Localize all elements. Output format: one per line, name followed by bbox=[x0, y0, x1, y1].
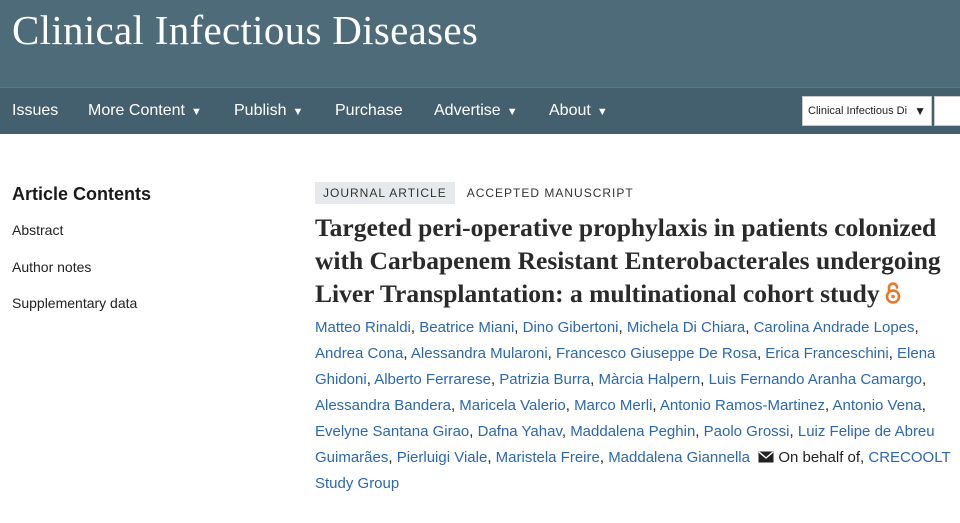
article-contents-sidebar: Article Contents Abstract Author notes S… bbox=[12, 184, 272, 327]
nav-label: More Content bbox=[88, 102, 185, 119]
author-link[interactable]: Luis Fernando Aranha Camargo bbox=[709, 371, 922, 388]
nav-item-purchase[interactable]: Purchase bbox=[335, 88, 403, 134]
journal-select[interactable]: Clinical Infectious Di ▼ bbox=[802, 96, 932, 126]
journal-select-value: Clinical Infectious Di bbox=[808, 105, 908, 117]
article-contents-heading: Article Contents bbox=[12, 184, 152, 204]
author-link[interactable]: Dafna Yahav bbox=[478, 423, 562, 440]
author-link[interactable]: Matteo Rinaldi bbox=[315, 319, 411, 336]
author-link[interactable]: Carolina Andrade Lopes bbox=[754, 319, 915, 336]
author-list: Matteo Rinaldi, Beatrice Miani, Dino Gib… bbox=[315, 319, 951, 492]
nav-item-more-content[interactable]: More Content ▼ bbox=[88, 88, 202, 134]
nav-label: Purchase bbox=[335, 102, 403, 119]
author-link[interactable]: Maricela Valerio bbox=[459, 397, 565, 414]
nav-item-publish[interactable]: Publish ▼ bbox=[234, 88, 303, 134]
author-link[interactable]: Pierluigi Viale bbox=[397, 449, 488, 466]
author-link[interactable]: Maddalena Peghin bbox=[570, 423, 695, 440]
author-link[interactable]: Erica Franceschini bbox=[765, 345, 888, 362]
author-link[interactable]: Alessandra Mularoni bbox=[411, 345, 548, 362]
article-meta-row: JOURNAL ARTICLE ACCEPTED MANUSCRIPT bbox=[315, 182, 955, 204]
envelope-icon[interactable] bbox=[758, 451, 774, 463]
nav-label: Publish bbox=[234, 102, 287, 119]
caret-down-icon: ▼ bbox=[292, 106, 304, 118]
caret-down-icon: ▼ bbox=[596, 106, 608, 118]
author-link[interactable]: Alessandra Bandera bbox=[315, 397, 451, 414]
chevron-down-icon: ▼ bbox=[914, 104, 926, 118]
open-access-icon bbox=[885, 282, 900, 304]
nav-item-issues[interactable]: Issues bbox=[12, 88, 58, 134]
article-header: JOURNAL ARTICLE ACCEPTED MANUSCRIPT Targ… bbox=[315, 182, 955, 497]
nav-item-about[interactable]: About ▼ bbox=[549, 88, 608, 134]
caret-down-icon: ▼ bbox=[190, 106, 202, 118]
author-link[interactable]: Marco Merli bbox=[574, 397, 652, 414]
nav-label: Advertise bbox=[434, 102, 501, 119]
author-link[interactable]: Beatrice Miani bbox=[419, 319, 514, 336]
article-type-badge: JOURNAL ARTICLE bbox=[315, 182, 455, 204]
article-title: Targeted peri-operative prophylaxis in p… bbox=[315, 211, 955, 310]
nav-item-advertise[interactable]: Advertise ▼ bbox=[434, 88, 518, 134]
author-link[interactable]: Màrcia Halpern bbox=[599, 371, 701, 388]
author-link[interactable]: Paolo Grossi bbox=[704, 423, 790, 440]
author-link[interactable]: Patrizia Burra bbox=[499, 371, 590, 388]
search-input[interactable] bbox=[934, 96, 960, 126]
author-link[interactable]: Maristela Freire bbox=[496, 449, 600, 466]
author-link[interactable]: Antonio Vena bbox=[833, 397, 922, 414]
toc-item-author-notes[interactable]: Author notes bbox=[12, 254, 272, 291]
author-link[interactable]: Michela Di Chiara bbox=[627, 319, 745, 336]
masthead: Clinical Infectious Diseases bbox=[0, 0, 960, 87]
author-link[interactable]: Andrea Cona bbox=[315, 345, 403, 362]
nav-label: About bbox=[549, 102, 591, 119]
site-title[interactable]: Clinical Infectious Diseases bbox=[12, 6, 478, 54]
author-link[interactable]: Evelyne Santana Girao bbox=[315, 423, 469, 440]
toc-item-supplementary-data[interactable]: Supplementary data bbox=[12, 290, 272, 327]
main-navbar: Issues More Content ▼ Publish ▼ Purchase A… bbox=[0, 87, 960, 134]
toc-item-abstract[interactable]: Abstract bbox=[12, 217, 272, 254]
on-behalf-of-text: On behalf of, bbox=[778, 449, 865, 466]
author-link[interactable]: Maddalena Giannella bbox=[608, 449, 750, 466]
author-link[interactable]: Francesco Giuseppe De Rosa bbox=[556, 345, 757, 362]
article-title-text: Targeted peri-operative prophylaxis in p… bbox=[315, 213, 941, 308]
caret-down-icon: ▼ bbox=[506, 106, 518, 118]
author-link[interactable]: Alberto Ferrarese bbox=[374, 371, 491, 388]
nav-label: Issues bbox=[12, 102, 59, 119]
manuscript-status: ACCEPTED MANUSCRIPT bbox=[466, 186, 634, 200]
author-link[interactable]: Dino Gibertoni bbox=[523, 319, 619, 336]
author-link[interactable]: Antonio Ramos-Martinez bbox=[660, 397, 825, 414]
